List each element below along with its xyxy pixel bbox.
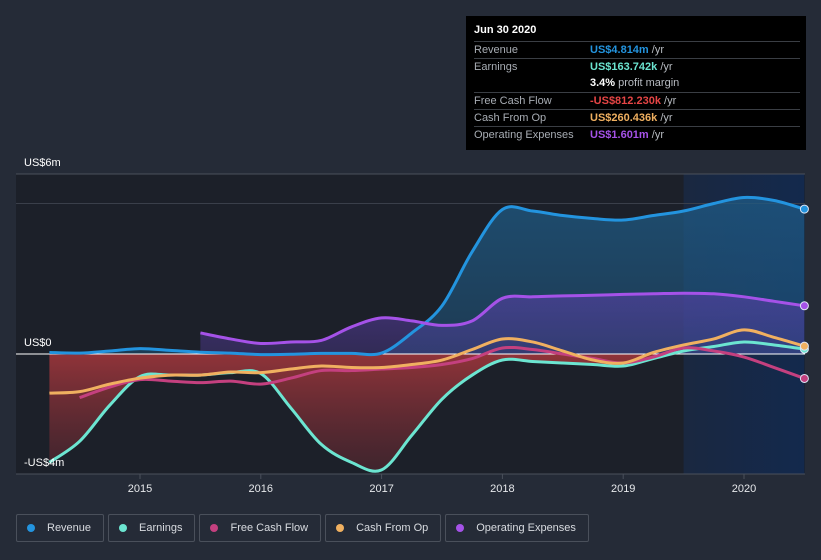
operating-expenses-end-marker[interactable]	[799, 301, 809, 311]
legend: Revenue Earnings Free Cash Flow Cash From O…	[16, 514, 589, 542]
legend-label: Cash From Op	[356, 522, 429, 534]
tooltip: Jun 30 2020 Revenue US$4.814m /yr Earnings…	[466, 16, 806, 150]
legend-dot-icon	[27, 524, 35, 532]
tooltip-row: Earnings US$163.742k /yr	[474, 58, 800, 75]
tooltip-value: US$260.436k /yr	[590, 112, 673, 124]
legend-label: Free Cash Flow	[230, 522, 309, 534]
x-tick-label: 2020	[732, 483, 756, 495]
legend-dot-icon	[210, 524, 219, 532]
tooltip-row: Revenue US$4.814m /yr	[474, 41, 800, 58]
tooltip-date: Jun 30 2020	[474, 24, 537, 36]
x-tick-label: 2017	[369, 483, 393, 495]
y-label-top: US$6m	[24, 157, 61, 169]
tooltip-value: US$4.814m /yr	[590, 44, 664, 56]
revenue-end-marker[interactable]	[799, 204, 809, 214]
tooltip-label	[474, 75, 590, 92]
tooltip-label: Free Cash Flow	[474, 95, 552, 107]
x-tick-label: 2018	[490, 483, 514, 495]
legend-label: Earnings	[139, 522, 183, 534]
tooltip-row: Operating Expenses US$1.601m /yr	[474, 126, 800, 143]
tooltip-label: Cash From Op	[474, 112, 547, 124]
legend-item-cash-from-op[interactable]: Cash From Op	[325, 514, 442, 542]
tooltip-value: 3.4% profit margin	[590, 77, 680, 89]
legend-dot-icon	[119, 524, 128, 532]
tooltip-row: Cash From Op US$260.436k /yr	[474, 109, 800, 126]
tooltip-label: Earnings	[474, 61, 518, 73]
free-cash-flow-end-marker[interactable]	[799, 373, 809, 383]
x-tick-label: 2019	[611, 483, 635, 495]
cash-from-op-end-marker[interactable]	[799, 341, 809, 351]
tooltip-label: Revenue	[474, 44, 519, 56]
tooltip-value: US$1.601m /yr	[590, 129, 664, 141]
legend-label: Operating Expenses	[476, 522, 576, 534]
tooltip-value: US$163.742k /yr	[590, 61, 673, 73]
x-tick-label: 2016	[249, 483, 273, 495]
legend-dot-icon	[336, 524, 345, 532]
tooltip-value: -US$812.230k /yr	[590, 95, 677, 107]
tooltip-row: 3.4% profit margin	[474, 75, 800, 92]
legend-item-operating-expenses[interactable]: Operating Expenses	[445, 514, 589, 542]
y-label-zero: US$0	[24, 337, 52, 349]
y-label-bottom: -US$4m	[24, 457, 64, 469]
tooltip-row: Free Cash Flow -US$812.230k /yr	[474, 92, 800, 109]
legend-label: Revenue	[47, 522, 92, 534]
x-tick-label: 2015	[128, 483, 152, 495]
legend-item-revenue[interactable]: Revenue	[16, 514, 105, 542]
legend-item-free-cash-flow[interactable]: Free Cash Flow	[199, 514, 322, 542]
legend-dot-icon	[456, 524, 465, 532]
legend-item-earnings[interactable]: Earnings	[108, 514, 196, 542]
tooltip-label: Operating Expenses	[474, 129, 574, 141]
